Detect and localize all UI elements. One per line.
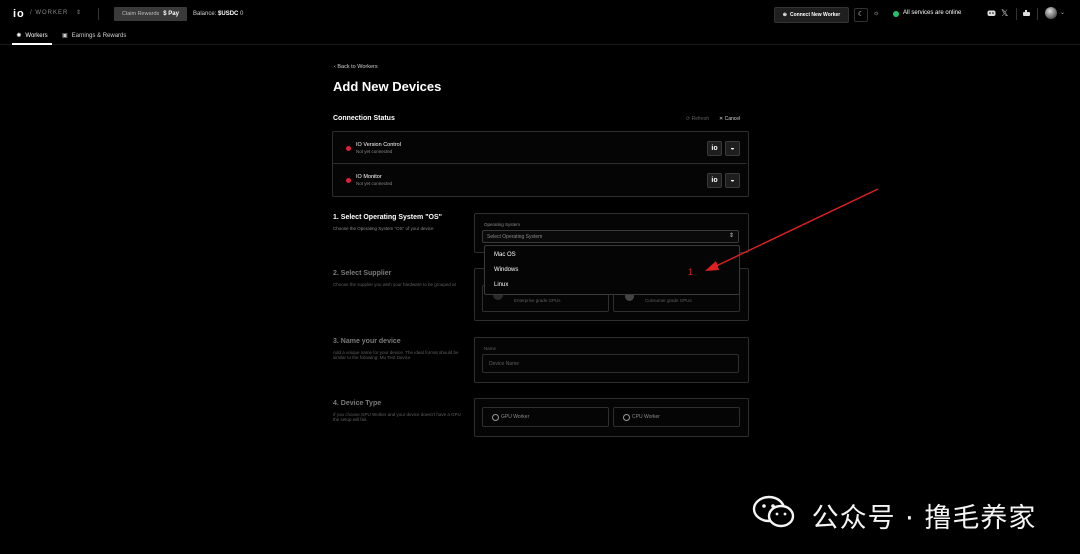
cancel-label: Cancel	[724, 116, 741, 122]
close-icon: ✕	[719, 116, 724, 122]
service-name: IO Monitor	[356, 174, 382, 180]
docker-icon[interactable]	[1022, 9, 1031, 19]
gpu-worker-label: GPU Worker	[501, 414, 530, 420]
gift-icon: ▣	[62, 33, 68, 39]
name-field-label: Name	[484, 346, 497, 351]
tab-earnings-label: Earnings & Rewards	[71, 32, 127, 39]
page-title: Add New Devices	[333, 79, 442, 94]
service-status: Not yet connected	[356, 181, 393, 186]
plus-icon: ⊕	[782, 12, 787, 18]
cancel-button[interactable]: ✕ Cancel	[719, 116, 740, 122]
tab-earnings-rewards[interactable]: ▣ Earnings & Rewards	[62, 28, 126, 43]
product-switch-icon[interactable]: ⇕	[76, 9, 81, 16]
radio-icon	[623, 414, 630, 421]
os-select-placeholder: Select Operating System	[487, 233, 543, 240]
io-app-icon[interactable]: io	[707, 173, 722, 188]
updown-icon: ⇕	[729, 233, 735, 239]
x-twitter-icon[interactable]: 𝕏	[1001, 8, 1008, 19]
step3-desc-line2: similar to the following: Mu Test Device	[333, 355, 411, 360]
step1-title: 1. Select Operating System "OS"	[333, 214, 442, 221]
refresh-icon: ⟳	[686, 116, 691, 122]
os-select[interactable]: Select Operating System ⇕	[482, 230, 739, 243]
supplier-sub: Consumer grade GPUs	[645, 298, 692, 303]
device-name-input[interactable]: Device Name	[482, 354, 739, 373]
os-option-macos[interactable]: Mac OS	[494, 252, 516, 258]
chevron-down-icon[interactable]: ⌄	[1060, 9, 1065, 16]
balance: Balance: $USDC 0	[193, 11, 244, 17]
divider	[98, 8, 99, 20]
os-option-windows[interactable]: Windows	[494, 267, 518, 273]
balance-currency: $USDC	[218, 11, 239, 17]
connection-status-heading: Connection Status	[333, 115, 395, 122]
avatar[interactable]	[1045, 7, 1057, 19]
docker-icon[interactable]: ◒	[725, 141, 740, 156]
service-status: Not yet connected	[356, 149, 393, 154]
connect-label: Connect New Worker	[790, 12, 841, 18]
step4-desc-line2: the setup will fail.	[333, 417, 368, 422]
cpu-worker-label: CPU Worker	[632, 414, 660, 420]
io-logo[interactable]: io	[13, 8, 25, 20]
os-option-linux[interactable]: Linux	[494, 282, 508, 288]
claim-rewards-label: Claim Rewards	[122, 11, 160, 17]
balance-value: 0	[240, 11, 244, 17]
status-dot	[893, 11, 899, 17]
radio-icon	[492, 414, 499, 421]
cpu-worker-option[interactable]: CPU Worker	[613, 407, 740, 427]
back-link-label: Back to Workers	[337, 64, 378, 70]
claim-pay-label: $ Pay	[163, 11, 179, 17]
wechat-icon	[752, 495, 796, 536]
gpu-worker-option[interactable]: GPU Worker	[482, 407, 609, 427]
service-name: IO Version Control	[356, 142, 401, 148]
discord-icon[interactable]	[987, 9, 996, 19]
step2-desc: Choose the supplier you wish your hardwa…	[333, 282, 456, 287]
connection-row: IO Version Control Not yet connected io …	[333, 132, 747, 164]
theme-sun-icon[interactable]: ☼	[873, 10, 879, 17]
divider	[1016, 8, 1017, 20]
step1-desc: Choose the Operating System "OS" of your…	[333, 226, 434, 231]
workers-icon: ✺	[16, 33, 22, 39]
theme-moon-icon[interactable]: ☾	[854, 8, 868, 22]
refresh-button[interactable]: ⟳ Refresh	[686, 116, 709, 122]
refresh-label: Refresh	[691, 116, 710, 122]
back-link[interactable]: ‹ Back to Workers	[334, 64, 378, 70]
io-app-icon[interactable]: io	[707, 141, 722, 156]
os-field-label: Operating System	[484, 222, 521, 227]
chevron-left-icon: ‹	[334, 64, 336, 70]
status-dot-red	[346, 146, 351, 151]
product-name: / WORKER	[30, 10, 69, 16]
watermark: 公众号 · 撸毛养家	[752, 495, 1036, 536]
top-bar: io / WORKER ⇕ Claim Rewards $ Pay Balanc…	[0, 0, 1080, 28]
connect-new-worker-button[interactable]: ⊕ Connect New Worker	[774, 7, 849, 23]
os-dropdown-menu: Mac OS Windows Linux	[484, 245, 740, 295]
balance-label: Balance	[193, 11, 215, 17]
docker-icon[interactable]: ◒	[725, 173, 740, 188]
tab-workers-label: Workers	[25, 32, 48, 39]
tab-workers[interactable]: ✺ Workers	[12, 28, 52, 45]
connection-row: IO Monitor Not yet connected io ◒	[333, 164, 747, 196]
step4-title: 4. Device Type	[333, 400, 382, 407]
claim-rewards-button[interactable]: Claim Rewards $ Pay	[114, 7, 187, 21]
status-dot-red	[346, 178, 351, 183]
tabs-bar: ✺ Workers ▣ Earnings & Rewards	[0, 28, 1080, 45]
annotation-marker: 1	[688, 267, 694, 277]
watermark-text: 公众号 · 撸毛养家	[811, 503, 1037, 534]
step2-title: 2. Select Supplier	[333, 270, 392, 277]
divider	[1037, 8, 1038, 20]
supplier-sub: Enterprise grade GPUs	[514, 298, 561, 303]
step3-title: 3. Name your device	[333, 338, 401, 345]
device-name-placeholder: Device Name	[489, 361, 520, 367]
status-text: All services are online	[903, 10, 962, 16]
